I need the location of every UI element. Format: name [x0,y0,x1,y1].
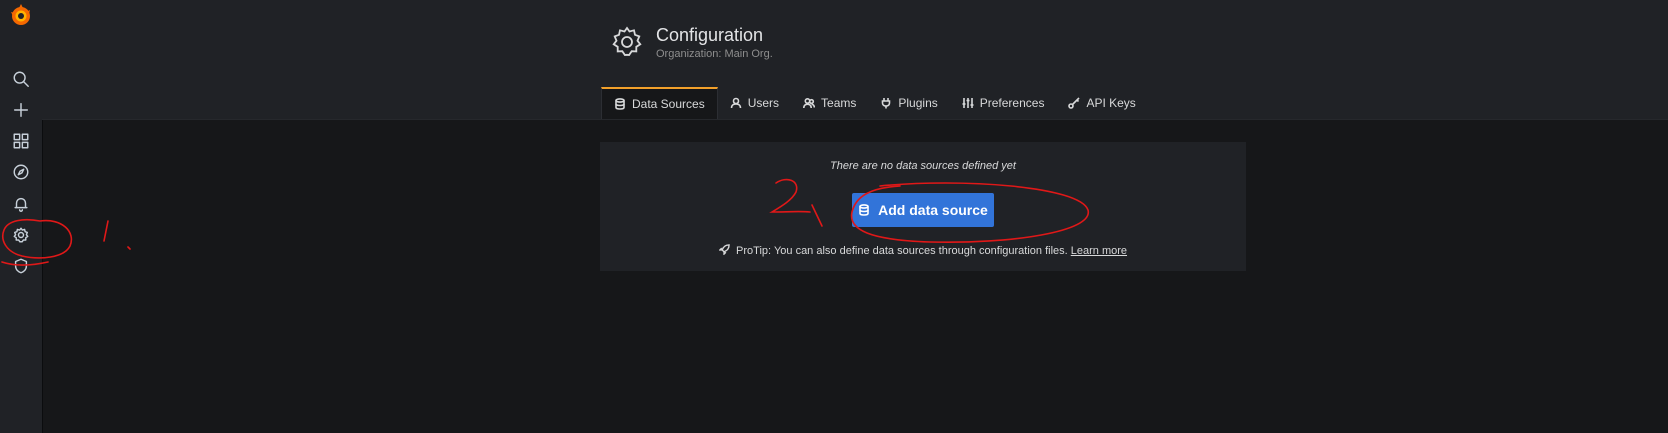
users-icon [803,97,816,108]
sliders-icon [962,97,974,108]
tab-label: Teams [821,95,857,110]
tab-users[interactable]: Users [718,87,791,118]
tab-bar: Data Sources Users Teams Plugins Prefere… [601,87,1148,119]
annotation-step1-one [103,220,109,242]
learn-more-link[interactable]: Learn more [1071,245,1127,257]
page-header: Configuration Organization: Main Org. Da… [42,0,1668,120]
rocket-icon [718,244,730,256]
gear-icon [609,24,645,60]
add-data-source-button[interactable]: Add data source [852,193,994,227]
tab-preferences[interactable]: Preferences [950,87,1057,118]
tab-teams[interactable]: Teams [791,87,868,118]
tab-label: API Keys [1086,95,1136,110]
tab-label: Preferences [979,95,1045,110]
tab-label: Data Sources [632,97,705,111]
key-icon [1068,96,1081,109]
database-icon [615,98,625,110]
tab-api-keys[interactable]: API Keys [1056,87,1147,118]
search-icon[interactable] [11,69,31,89]
bell-icon[interactable] [11,194,31,214]
tab-data-sources[interactable]: Data Sources [601,87,718,119]
gear-icon[interactable] [11,225,31,245]
compass-icon[interactable] [11,162,31,182]
add-data-source-label: Add data source [878,202,988,218]
plus-icon[interactable] [11,100,31,120]
plug-icon [882,97,891,108]
user-icon [730,97,742,108]
tab-label: Users [747,95,780,110]
dashboards-grid-icon[interactable] [11,131,31,151]
database-icon [859,204,869,216]
grafana-logo[interactable] [8,2,34,28]
shield-icon[interactable] [11,256,31,276]
empty-datasources-panel: There are no data sources defined yet Ad… [600,142,1246,271]
empty-message: There are no data sources defined yet [830,160,1016,172]
tab-plugins[interactable]: Plugins [868,87,949,118]
annotation-step1-dot [127,246,131,250]
tab-label: Plugins [898,95,938,110]
protip: ProTip: You can also define data sources… [600,244,1246,257]
protip-text: ProTip: You can also define data sources… [736,245,1068,257]
sidebar [0,0,43,433]
page-title: Configuration [656,25,764,45]
page-subtitle: Organization: Main Org. [656,48,773,60]
